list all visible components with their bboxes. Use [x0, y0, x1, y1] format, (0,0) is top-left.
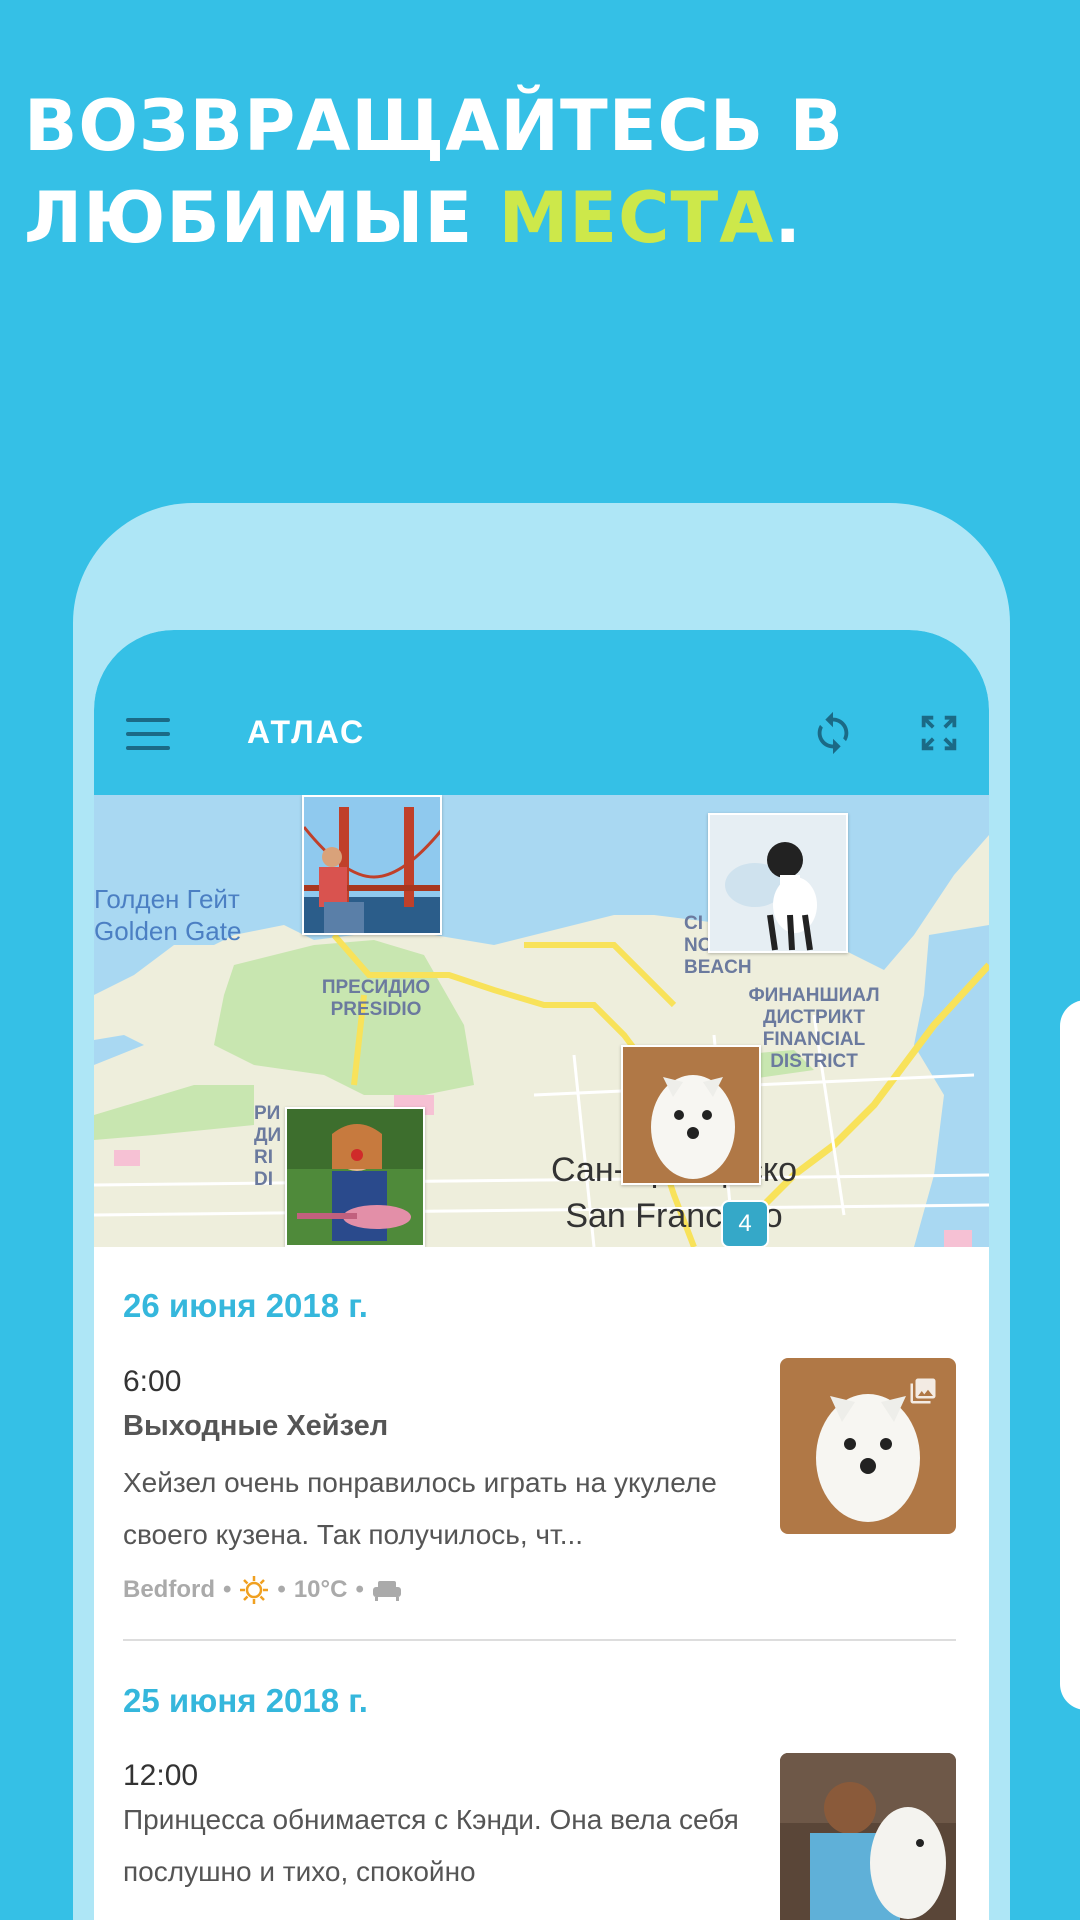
entry-title: Выходные Хейзел [123, 1410, 389, 1442]
cluster-count-badge[interactable]: 4 [721, 1200, 769, 1247]
entry-thumbnail[interactable] [780, 1753, 956, 1920]
photo-marker-girl-ukulele[interactable] [285, 1107, 425, 1247]
photo-marker-golden-gate[interactable] [302, 795, 442, 935]
sun-icon [240, 1576, 269, 1604]
headline-accent-word: МЕСТА [498, 177, 775, 259]
map-label-golden-gate: Голден Гейт Golden Gate [94, 884, 242, 946]
headline: ВОЗВРАЩАЙТЕСЬ В ЛЮБИМЫЕ МЕСТА. [24, 80, 844, 264]
entry-text: Хейзел очень понравилось играть на укуле… [123, 1467, 717, 1550]
photo-girl-hugging-dog [780, 1753, 956, 1920]
map-label-presidio: ПРЕСИДИО PRESIDIO [321, 977, 431, 1020]
headline-line-1: ВОЗВРАЩАЙТЕСЬ В [24, 85, 844, 167]
sync-icon[interactable] [810, 710, 856, 756]
gallery-icon [910, 1378, 936, 1404]
entry-location: Bedford [123, 1576, 215, 1603]
entry-meta: Bedford • • 10°C • [123, 1575, 402, 1605]
photo-girl-with-ukulele [287, 1109, 423, 1245]
headline-line-2: ЛЮБИМЫЕ МЕСТА. [24, 177, 802, 259]
photo-marker-dog-cluster[interactable] [621, 1045, 761, 1185]
entry-divider [123, 1639, 956, 1641]
app-title: АТЛАС [247, 714, 366, 750]
map[interactable]: Голден Гейт Golden Gate ПРЕСИДИО PRESIDI… [94, 795, 989, 1247]
entry-thumbnail[interactable] [780, 1358, 956, 1534]
photo-dog-with-frisbee [710, 815, 846, 951]
photo-golden-gate-bridge [304, 797, 440, 933]
photo-white-dog [623, 1047, 759, 1183]
second-phone-edge [1060, 1000, 1080, 1710]
sofa-icon [372, 1581, 401, 1601]
entry-date: 26 июня 2018 г. [123, 1287, 368, 1324]
entry-time: 6:00 [123, 1365, 182, 1398]
entry-temperature: 10°C [293, 1576, 348, 1603]
entry-date: 25 июня 2018 г. [123, 1682, 368, 1719]
entry-time: 12:00 [123, 1759, 199, 1792]
fullscreen-icon[interactable] [916, 710, 962, 756]
photo-marker-dog-beach[interactable] [708, 813, 848, 953]
phone-screen: АТЛАС Голден Гейт Golden Gate ПРЕСИДИО P… [94, 630, 989, 1920]
app-bar: АТЛАС [94, 630, 989, 795]
entry-text: Принцесса обнимается с Кэнди. Она вела с… [123, 1804, 739, 1887]
hamburger-menu-icon[interactable] [126, 718, 170, 750]
